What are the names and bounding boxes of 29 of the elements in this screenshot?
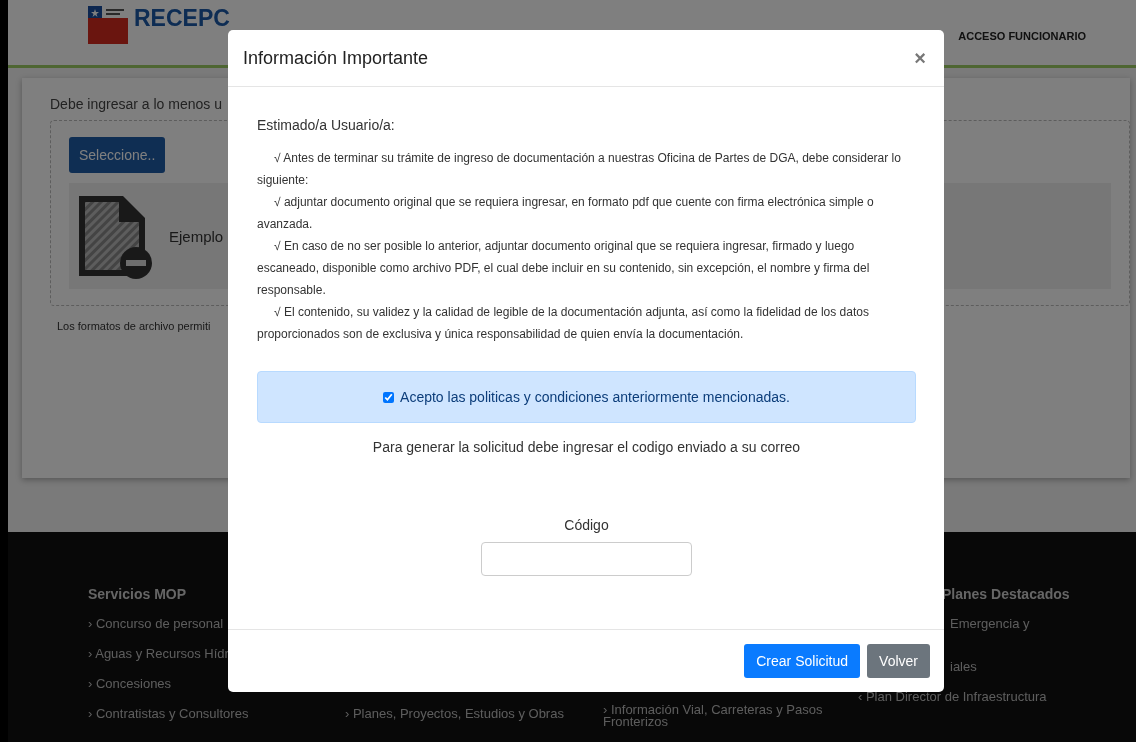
back-button[interactable]: Volver bbox=[867, 644, 930, 678]
footer-link[interactable]: ‹ Plan Director de Infraestructura bbox=[858, 689, 1047, 705]
create-request-button[interactable]: Crear Solicitud bbox=[744, 644, 861, 678]
code-label: Código bbox=[563, 517, 610, 533]
account-link[interactable]: ACCESO FUNCIONARIO bbox=[958, 30, 1086, 42]
modal-title: Información Importante bbox=[243, 47, 429, 69]
intro-text: Debe ingresar a lo menos u bbox=[50, 96, 223, 115]
footer-link[interactable]: › Planes, Proyectos, Estudios y Obras bbox=[345, 706, 564, 722]
footer-heading: Servicios MOP bbox=[88, 586, 187, 602]
footer-link[interactable]: › Aguas y Recursos Hídr bbox=[88, 646, 229, 662]
footer-link[interactable]: › Concurso de personal bbox=[88, 616, 224, 632]
close-button[interactable]: × bbox=[910, 46, 930, 70]
government-logo-icon bbox=[88, 6, 128, 44]
footer-link[interactable]: › Información Vial, Carreteras y Pasos Fronterizos bbox=[603, 704, 858, 728]
formats-note: Los formatos de archivo permiti bbox=[57, 320, 211, 333]
site-title: RECEPC bbox=[134, 6, 230, 30]
code-input-field[interactable] bbox=[481, 542, 692, 576]
instruction-text: Para generar la solicitud debe ingresar el codigo enviado a su correo bbox=[371, 439, 802, 455]
notice-paragraph: √ adjuntar documento original que se requiera ingresar, en formato pdf que cuente con firma electrónica simple o avanzada. bbox=[257, 194, 875, 233]
footer-link[interactable]: › Concesiones bbox=[88, 676, 172, 692]
greeting-text: Estimado/a Usuario/a: bbox=[257, 117, 396, 133]
accept-checkbox[interactable] bbox=[383, 391, 395, 403]
file-name: Ejemplo bbox=[169, 227, 224, 245]
accept-label: Acepto las politicas y condiciones anteriormente mencionadas. bbox=[400, 389, 790, 405]
notice-paragraph: √ El contenido, su validez y la calidad de legible de la documentación adjunta, así como la fidelidad de los datos proporcionados son de exclusiva y única responsabilidad de quien envía la documentación. bbox=[257, 304, 870, 343]
footer-link[interactable]: › Contratistas y Consultores bbox=[88, 706, 249, 722]
notice-paragraph: √ En caso de no ser posible lo anterior, adjuntar documento original que se requiera ingresar, firmado y luego escaneado, disponible como archivo PDF, el cual debe incluir en su contenido, sin excepción, el nombre y firma del responsable. bbox=[257, 238, 871, 299]
select-button[interactable]: Seleccione.. bbox=[69, 137, 166, 174]
notice-paragraph: √ Antes de terminar su trámite de ingreso de documentación a nuestras Oficina de Partes de DGA, debe considerar lo siguiente: bbox=[257, 150, 902, 189]
